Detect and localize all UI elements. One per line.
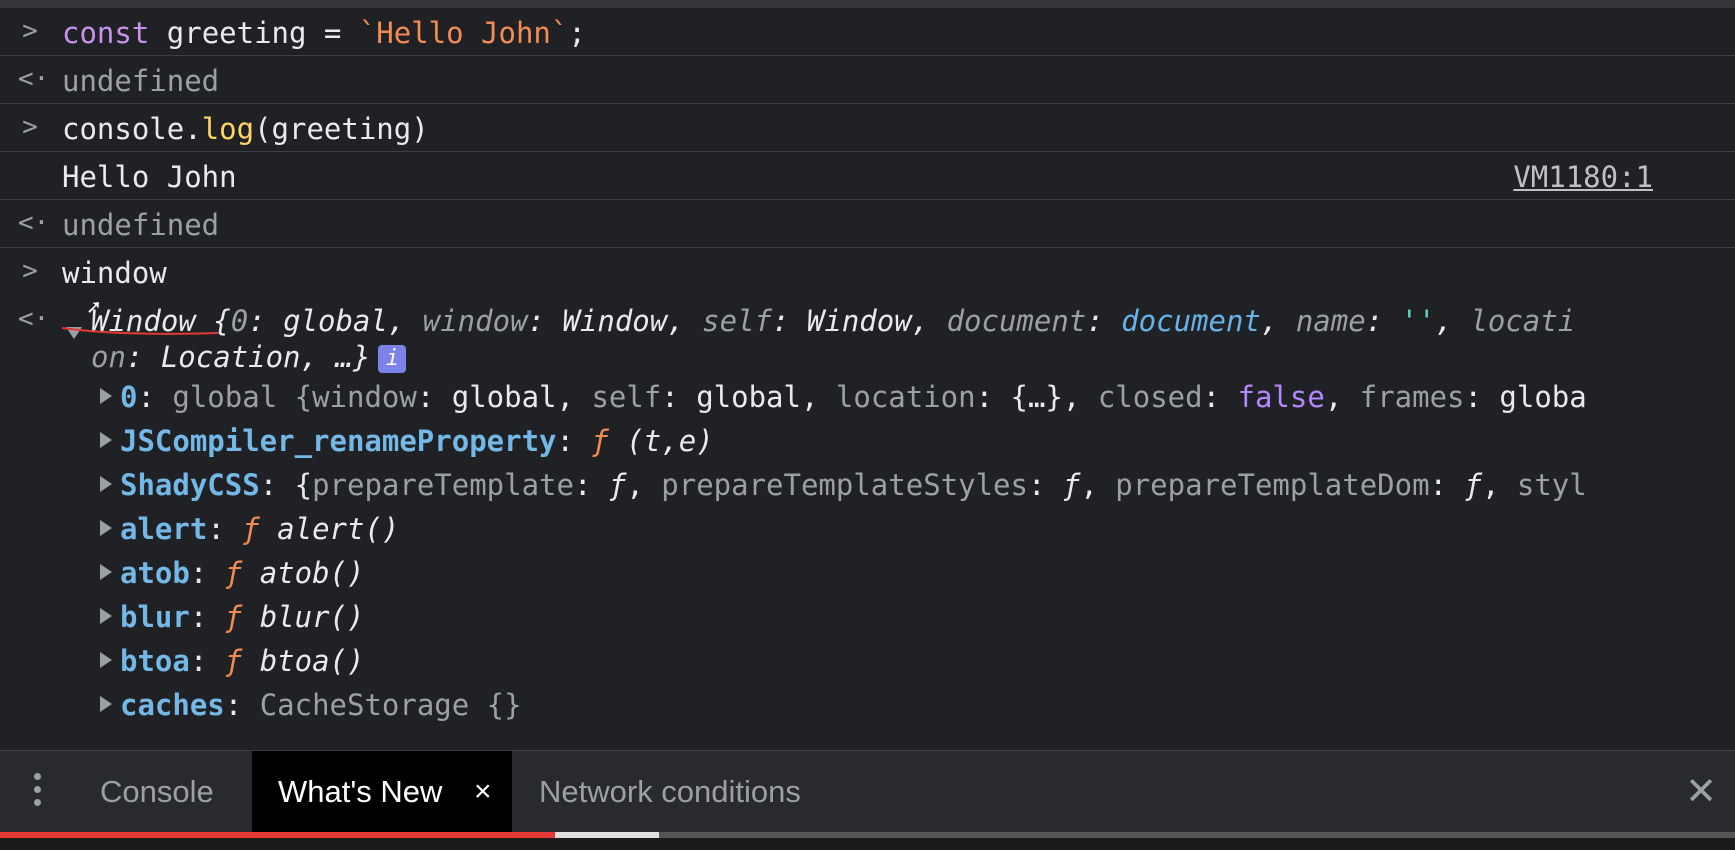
result-arrow-icon: <·: [18, 208, 50, 238]
input-code: window: [62, 256, 167, 290]
tree-item[interactable]: btoa: ƒ btoa(): [100, 644, 364, 678]
annotation-underline: [61, 327, 219, 335]
expand-triangle-icon[interactable]: [100, 652, 112, 668]
result-arrow-icon: <·: [18, 304, 50, 334]
expand-triangle-icon[interactable]: [100, 608, 112, 624]
log-output: Hello John: [62, 160, 237, 194]
string-literal: `Hello John`: [358, 16, 569, 50]
prompt-chevron-icon: >: [22, 256, 38, 286]
tree-item[interactable]: alert: ƒ alert(): [100, 512, 399, 546]
code-text: ;: [568, 16, 586, 50]
keyword: const: [62, 16, 150, 50]
console-input-row: > const greeting = `Hello John`;: [0, 8, 1735, 56]
window-object-tree: <· Window {0: global, window: Window, se…: [0, 296, 1735, 750]
tree-item[interactable]: atob: ƒ atob(): [100, 556, 364, 590]
expand-triangle-icon[interactable]: [100, 476, 112, 492]
tree-item[interactable]: JSCompiler_renameProperty: ƒ (t,e): [100, 424, 714, 458]
tree-item[interactable]: ShadyCSS: {prepareTemplate: ƒ, prepareTe…: [100, 468, 1587, 502]
result-arrow-icon: <·: [18, 64, 50, 94]
tab-network-conditions[interactable]: Network conditions: [539, 751, 801, 833]
tree-item[interactable]: blur: ƒ blur(): [100, 600, 364, 634]
console-result-row: <· undefined: [0, 56, 1735, 104]
console-input-row: > window: [0, 248, 1735, 296]
devtools-drawer: Console What's New × Network conditions …: [0, 750, 1735, 833]
source-link[interactable]: VM1180:1: [1513, 160, 1653, 194]
method-name: log: [201, 112, 255, 146]
input-code: console.log(greeting): [62, 112, 429, 146]
console-output[interactable]: > const greeting = `Hello John`; <· unde…: [0, 8, 1735, 750]
expand-triangle-icon[interactable]: [100, 388, 112, 404]
tab-console[interactable]: Console: [100, 751, 214, 833]
input-code: const greeting = `Hello John`;: [62, 16, 586, 50]
console-log-row: Hello John VM1180:1: [0, 152, 1735, 200]
tab-whats-new[interactable]: What's New ×: [252, 751, 512, 833]
window-summary-wrap: on: Location, …} i: [91, 340, 407, 374]
prompt-chevron-icon: >: [22, 16, 38, 46]
top-border: [0, 0, 1735, 8]
code-text: (greeting): [254, 112, 429, 146]
result-value: undefined: [62, 208, 220, 242]
tree-item[interactable]: 0: global {window: global, self: global,…: [100, 380, 1587, 414]
console-result-row: <· undefined: [0, 200, 1735, 248]
more-options-icon[interactable]: [32, 773, 42, 813]
expand-triangle-icon[interactable]: [100, 432, 112, 448]
code-text: greeting =: [149, 16, 359, 50]
mouse-cursor-icon: ➚: [87, 296, 101, 321]
bottom-strip: [0, 838, 1735, 850]
expand-triangle-icon[interactable]: [100, 564, 112, 580]
prompt-chevron-icon: >: [22, 112, 38, 142]
tab-label: What's New: [278, 774, 443, 809]
info-icon[interactable]: i: [378, 345, 407, 373]
result-value: undefined: [62, 64, 220, 98]
close-tab-icon[interactable]: ×: [474, 751, 492, 833]
expand-triangle-icon[interactable]: [100, 520, 112, 536]
window-summary[interactable]: Window {0: global, window: Window, self:…: [91, 304, 1575, 338]
close-drawer-icon[interactable]: ✕: [1685, 769, 1717, 814]
code-text: console.: [62, 112, 202, 146]
expand-triangle-icon[interactable]: [100, 696, 112, 712]
tree-item[interactable]: caches: CacheStorage {}: [100, 688, 522, 722]
console-input-row: > console.log(greeting): [0, 104, 1735, 152]
